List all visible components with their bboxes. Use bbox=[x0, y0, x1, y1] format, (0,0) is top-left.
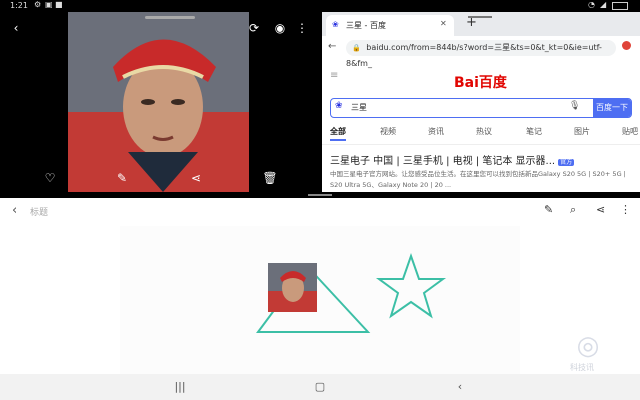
tab-tieba[interactable]: 贴吧 bbox=[622, 126, 638, 137]
tab-bar: ❀ 三星 - 百度 ✕ + bbox=[322, 12, 640, 36]
photo-thumbnail[interactable] bbox=[268, 263, 317, 312]
back-icon[interactable]: ‹ bbox=[452, 379, 468, 395]
signal-icon: ◢ bbox=[600, 0, 607, 9]
watermark-text: 科技讯 bbox=[570, 363, 594, 372]
baidu-logo-text: Bai百度 bbox=[454, 75, 507, 91]
delete-icon[interactable]: 🗑 bbox=[262, 170, 278, 186]
search-button[interactable]: 百度一下 bbox=[593, 99, 631, 117]
extension-icon[interactable] bbox=[622, 41, 631, 50]
recent-apps-icon[interactable]: ||| bbox=[172, 379, 188, 395]
drag-handle[interactable] bbox=[308, 194, 332, 196]
status-time: 1:21 bbox=[10, 1, 28, 10]
note-title-field[interactable]: 标题 bbox=[30, 205, 48, 218]
divider bbox=[322, 144, 640, 145]
drag-handle[interactable] bbox=[468, 16, 492, 18]
watermark-logo: ◎ bbox=[576, 331, 600, 361]
browser-tab[interactable]: ❀ 三星 - 百度 ✕ bbox=[326, 15, 454, 36]
search-box[interactable]: ❀ 三星 🎙 百度一下 bbox=[330, 98, 632, 118]
lock-icon: 🔒 bbox=[352, 44, 361, 52]
browser-pane: ❀ 三星 - 百度 ✕ + ← 🔒 baidu.com/from=844b/s?… bbox=[322, 12, 640, 192]
system-nav-bar: ||| ▢ ‹ bbox=[0, 374, 640, 400]
more-options-icon[interactable]: ⋮ bbox=[620, 203, 631, 216]
url-field[interactable]: 🔒 baidu.com/from=844b/s?word=三星&ts=0&t_k… bbox=[346, 40, 616, 68]
active-tab-indicator bbox=[330, 139, 346, 141]
baidu-paw-icon: ❀ bbox=[335, 101, 343, 111]
pen-icon[interactable]: ✎ bbox=[544, 203, 553, 216]
eye-icon[interactable]: ◉ bbox=[272, 20, 288, 36]
note-pane: ‹ 标题 ✎ ⌕ ⋖ ⋮ ◎ 科技讯 bbox=[0, 198, 640, 374]
share-icon[interactable]: ⋖ bbox=[188, 170, 204, 186]
note-toolbar: ‹ 标题 ✎ ⌕ ⋖ ⋮ bbox=[0, 198, 640, 224]
url-text: baidu.com/from=844b/s?word=三星&ts=0&t_kt=… bbox=[346, 43, 602, 68]
tab-images[interactable]: 图片 bbox=[574, 126, 590, 137]
status-bar: 1:21 ⚙ ▣ ■ ◔ ◢ bbox=[0, 0, 640, 12]
more-options-icon[interactable]: ⋮ bbox=[294, 20, 310, 36]
star-shape[interactable] bbox=[375, 252, 447, 319]
tab-all[interactable]: 全部 bbox=[330, 126, 346, 137]
home-icon[interactable]: ▢ bbox=[312, 379, 328, 395]
close-tab-icon[interactable]: ✕ bbox=[440, 19, 447, 28]
search-icon[interactable]: ⌕ bbox=[570, 203, 576, 217]
baidu-favicon-icon: ❀ bbox=[332, 20, 339, 29]
favorite-icon[interactable]: ♡ bbox=[42, 170, 58, 186]
back-arrow-icon[interactable]: ← bbox=[328, 41, 336, 52]
battery-icon bbox=[612, 2, 628, 10]
wifi-icon: ◔ bbox=[588, 0, 595, 9]
search-input[interactable]: 三星 bbox=[351, 102, 367, 113]
photo-view[interactable] bbox=[68, 12, 249, 192]
address-bar: ← 🔒 baidu.com/from=844b/s?word=三星&ts=0&t… bbox=[322, 36, 640, 68]
voice-search-icon[interactable]: 🎙 bbox=[569, 101, 580, 111]
drag-handle[interactable] bbox=[145, 16, 195, 19]
drawing-canvas[interactable] bbox=[120, 226, 520, 374]
official-badge: 官方 bbox=[558, 159, 575, 166]
gallery-pane: ‹ ⟳ ◉ ⋮ ♡ ✎ ⋖ 🗑 bbox=[0, 12, 318, 192]
back-arrow-icon[interactable]: ‹ bbox=[12, 203, 17, 218]
settings-icon: ⚙ bbox=[34, 0, 42, 9]
baidu-logo: Bai百度 bbox=[454, 72, 507, 92]
rotate-icon[interactable]: ⟳ bbox=[246, 20, 262, 36]
tab-video[interactable]: 视频 bbox=[380, 126, 396, 137]
result-title-text: 三星电子 中国 | 三星手机 | 电视 | 笔记本 显示器... bbox=[330, 156, 556, 167]
result-description: 中国三星电子官方网站。让您感受品位生活。在这里您可以找到包括新品Galaxy S… bbox=[330, 170, 626, 189]
edit-icon[interactable]: ✎ bbox=[114, 170, 130, 186]
tab-notes[interactable]: 笔记 bbox=[526, 126, 542, 137]
menu-icon[interactable]: ≡ bbox=[330, 70, 338, 81]
tab-title: 三星 - 百度 bbox=[346, 21, 386, 30]
folder-icon: ■ bbox=[55, 0, 63, 9]
result-title[interactable]: 三星电子 中国 | 三星手机 | 电视 | 笔记本 显示器... 官方 bbox=[330, 152, 575, 167]
tab-news[interactable]: 资讯 bbox=[428, 126, 444, 137]
share-icon[interactable]: ⋖ bbox=[596, 203, 605, 216]
tab-discussion[interactable]: 热议 bbox=[476, 126, 492, 137]
back-arrow-icon[interactable]: ‹ bbox=[8, 20, 24, 36]
image-icon: ▣ bbox=[45, 0, 53, 9]
